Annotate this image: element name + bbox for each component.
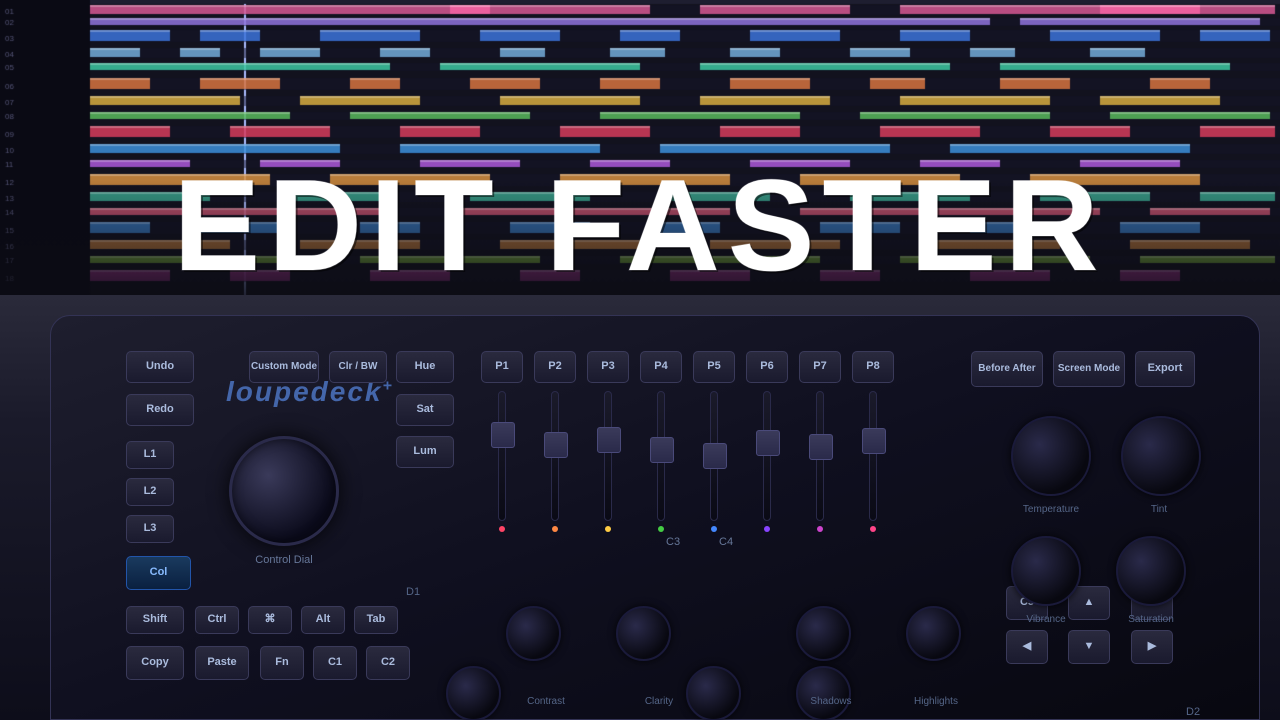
shadows-label: Shadows xyxy=(791,696,871,707)
l1-button[interactable]: L1 xyxy=(126,441,174,469)
vibrance-label: Vibrance xyxy=(996,614,1096,625)
fader-dot-2 xyxy=(552,526,558,532)
fader-dot-5 xyxy=(711,526,717,532)
fader-handle-4[interactable] xyxy=(650,437,674,463)
p3-button[interactable]: P3 xyxy=(587,351,629,383)
c1-button[interactable]: C1 xyxy=(313,646,357,680)
fader-track-8 xyxy=(869,391,877,521)
fader-track-3 xyxy=(604,391,612,521)
p6-button[interactable]: P6 xyxy=(746,351,788,383)
fader-track-6 xyxy=(763,391,771,521)
arrow-right-button[interactable]: ▶ xyxy=(1131,630,1173,664)
clr-bw-button[interactable]: Clr / BW xyxy=(329,351,387,383)
fader-dot-1 xyxy=(499,526,505,532)
undo-button[interactable]: Undo xyxy=(126,351,194,383)
sat-button[interactable]: Sat xyxy=(396,394,454,426)
p2-button[interactable]: P2 xyxy=(534,351,576,383)
fader-handle-7[interactable] xyxy=(809,434,833,460)
p7-button[interactable]: P7 xyxy=(799,351,841,383)
saturation-knob[interactable] xyxy=(1116,536,1186,606)
screen-mode-button[interactable]: Screen Mode xyxy=(1053,351,1125,387)
c4-label: C4 xyxy=(719,536,733,548)
bottom-knob-2[interactable] xyxy=(616,606,671,661)
p1-button[interactable]: P1 xyxy=(481,351,523,383)
bottom-knob-7[interactable] xyxy=(796,666,851,720)
p4-button[interactable]: P4 xyxy=(640,351,682,383)
d2-label: D2 xyxy=(1186,706,1200,718)
c3-label: C3 xyxy=(666,536,680,548)
fader-track-1 xyxy=(498,391,506,521)
fader-handle-2[interactable] xyxy=(544,432,568,458)
tint-knob[interactable] xyxy=(1121,416,1201,496)
daw-timeline: EDIT FASTER xyxy=(0,0,1280,295)
alt-button[interactable]: Alt xyxy=(301,606,345,634)
paste-button[interactable]: Paste xyxy=(195,646,249,680)
before-after-button[interactable]: Before After xyxy=(971,351,1043,387)
bottom-knob-3[interactable] xyxy=(796,606,851,661)
bottom-knob-4[interactable] xyxy=(906,606,961,661)
l2-button[interactable]: L2 xyxy=(126,478,174,506)
bottom-knob-6[interactable] xyxy=(686,666,741,720)
fader-track-2 xyxy=(551,391,559,521)
l3-button[interactable]: L3 xyxy=(126,515,174,543)
export-button[interactable]: Export xyxy=(1135,351,1195,387)
fader-dot-3 xyxy=(605,526,611,532)
copy-button[interactable]: Copy xyxy=(126,646,184,680)
fader-track-5 xyxy=(710,391,718,521)
arrow-left-button[interactable]: ◀ xyxy=(1006,630,1048,664)
contrast-label: Contrast xyxy=(506,696,586,707)
temperature-label: Temperature xyxy=(991,504,1111,515)
shift-button[interactable]: Shift xyxy=(126,606,184,634)
device-body: loupedeck+ Undo Redo L1 L2 L3 Col Custom… xyxy=(50,315,1260,720)
control-dial[interactable] xyxy=(229,436,339,546)
saturation-label: Saturation xyxy=(1101,614,1201,625)
fader-dot-4 xyxy=(658,526,664,532)
fader-handle-6[interactable] xyxy=(756,430,780,456)
redo-button[interactable]: Redo xyxy=(126,394,194,426)
edit-faster-overlay: EDIT FASTER xyxy=(0,155,1280,295)
fader-handle-8[interactable] xyxy=(862,428,886,454)
d1-label: D1 xyxy=(406,586,420,598)
bottom-knob-5[interactable] xyxy=(446,666,501,720)
tint-label: Tint xyxy=(1119,504,1199,515)
fader-handle-3[interactable] xyxy=(597,427,621,453)
temperature-knob[interactable] xyxy=(1011,416,1091,496)
fader-handle-1[interactable] xyxy=(491,422,515,448)
arrow-down-button[interactable]: ▼ xyxy=(1068,630,1110,664)
cmd-button[interactable]: ⌘ xyxy=(248,606,292,634)
fader-dot-6 xyxy=(764,526,770,532)
ctrl-button[interactable]: Ctrl xyxy=(195,606,239,634)
control-dial-label: Control Dial xyxy=(229,554,339,566)
tab-button[interactable]: Tab xyxy=(354,606,398,634)
fader-dot-7 xyxy=(817,526,823,532)
hue-button[interactable]: Hue xyxy=(396,351,454,383)
edit-faster-text: EDIT FASTER xyxy=(173,150,1106,295)
device-section: loupedeck+ Undo Redo L1 L2 L3 Col Custom… xyxy=(0,295,1280,720)
fn-button[interactable]: Fn xyxy=(260,646,304,680)
col-button[interactable]: Col xyxy=(126,556,191,590)
highlights-label: Highlights xyxy=(896,696,976,707)
clarity-label: Clarity xyxy=(619,696,699,707)
bottom-knob-1[interactable] xyxy=(506,606,561,661)
vibrance-knob[interactable] xyxy=(1011,536,1081,606)
custom-mode-button[interactable]: Custom Mode xyxy=(249,351,319,383)
lum-button[interactable]: Lum xyxy=(396,436,454,468)
p8-button[interactable]: P8 xyxy=(852,351,894,383)
fader-track-4 xyxy=(657,391,665,521)
fader-handle-5[interactable] xyxy=(703,443,727,469)
fader-dot-8 xyxy=(870,526,876,532)
p5-button[interactable]: P5 xyxy=(693,351,735,383)
fader-track-7 xyxy=(816,391,824,521)
c2-button[interactable]: C2 xyxy=(366,646,410,680)
